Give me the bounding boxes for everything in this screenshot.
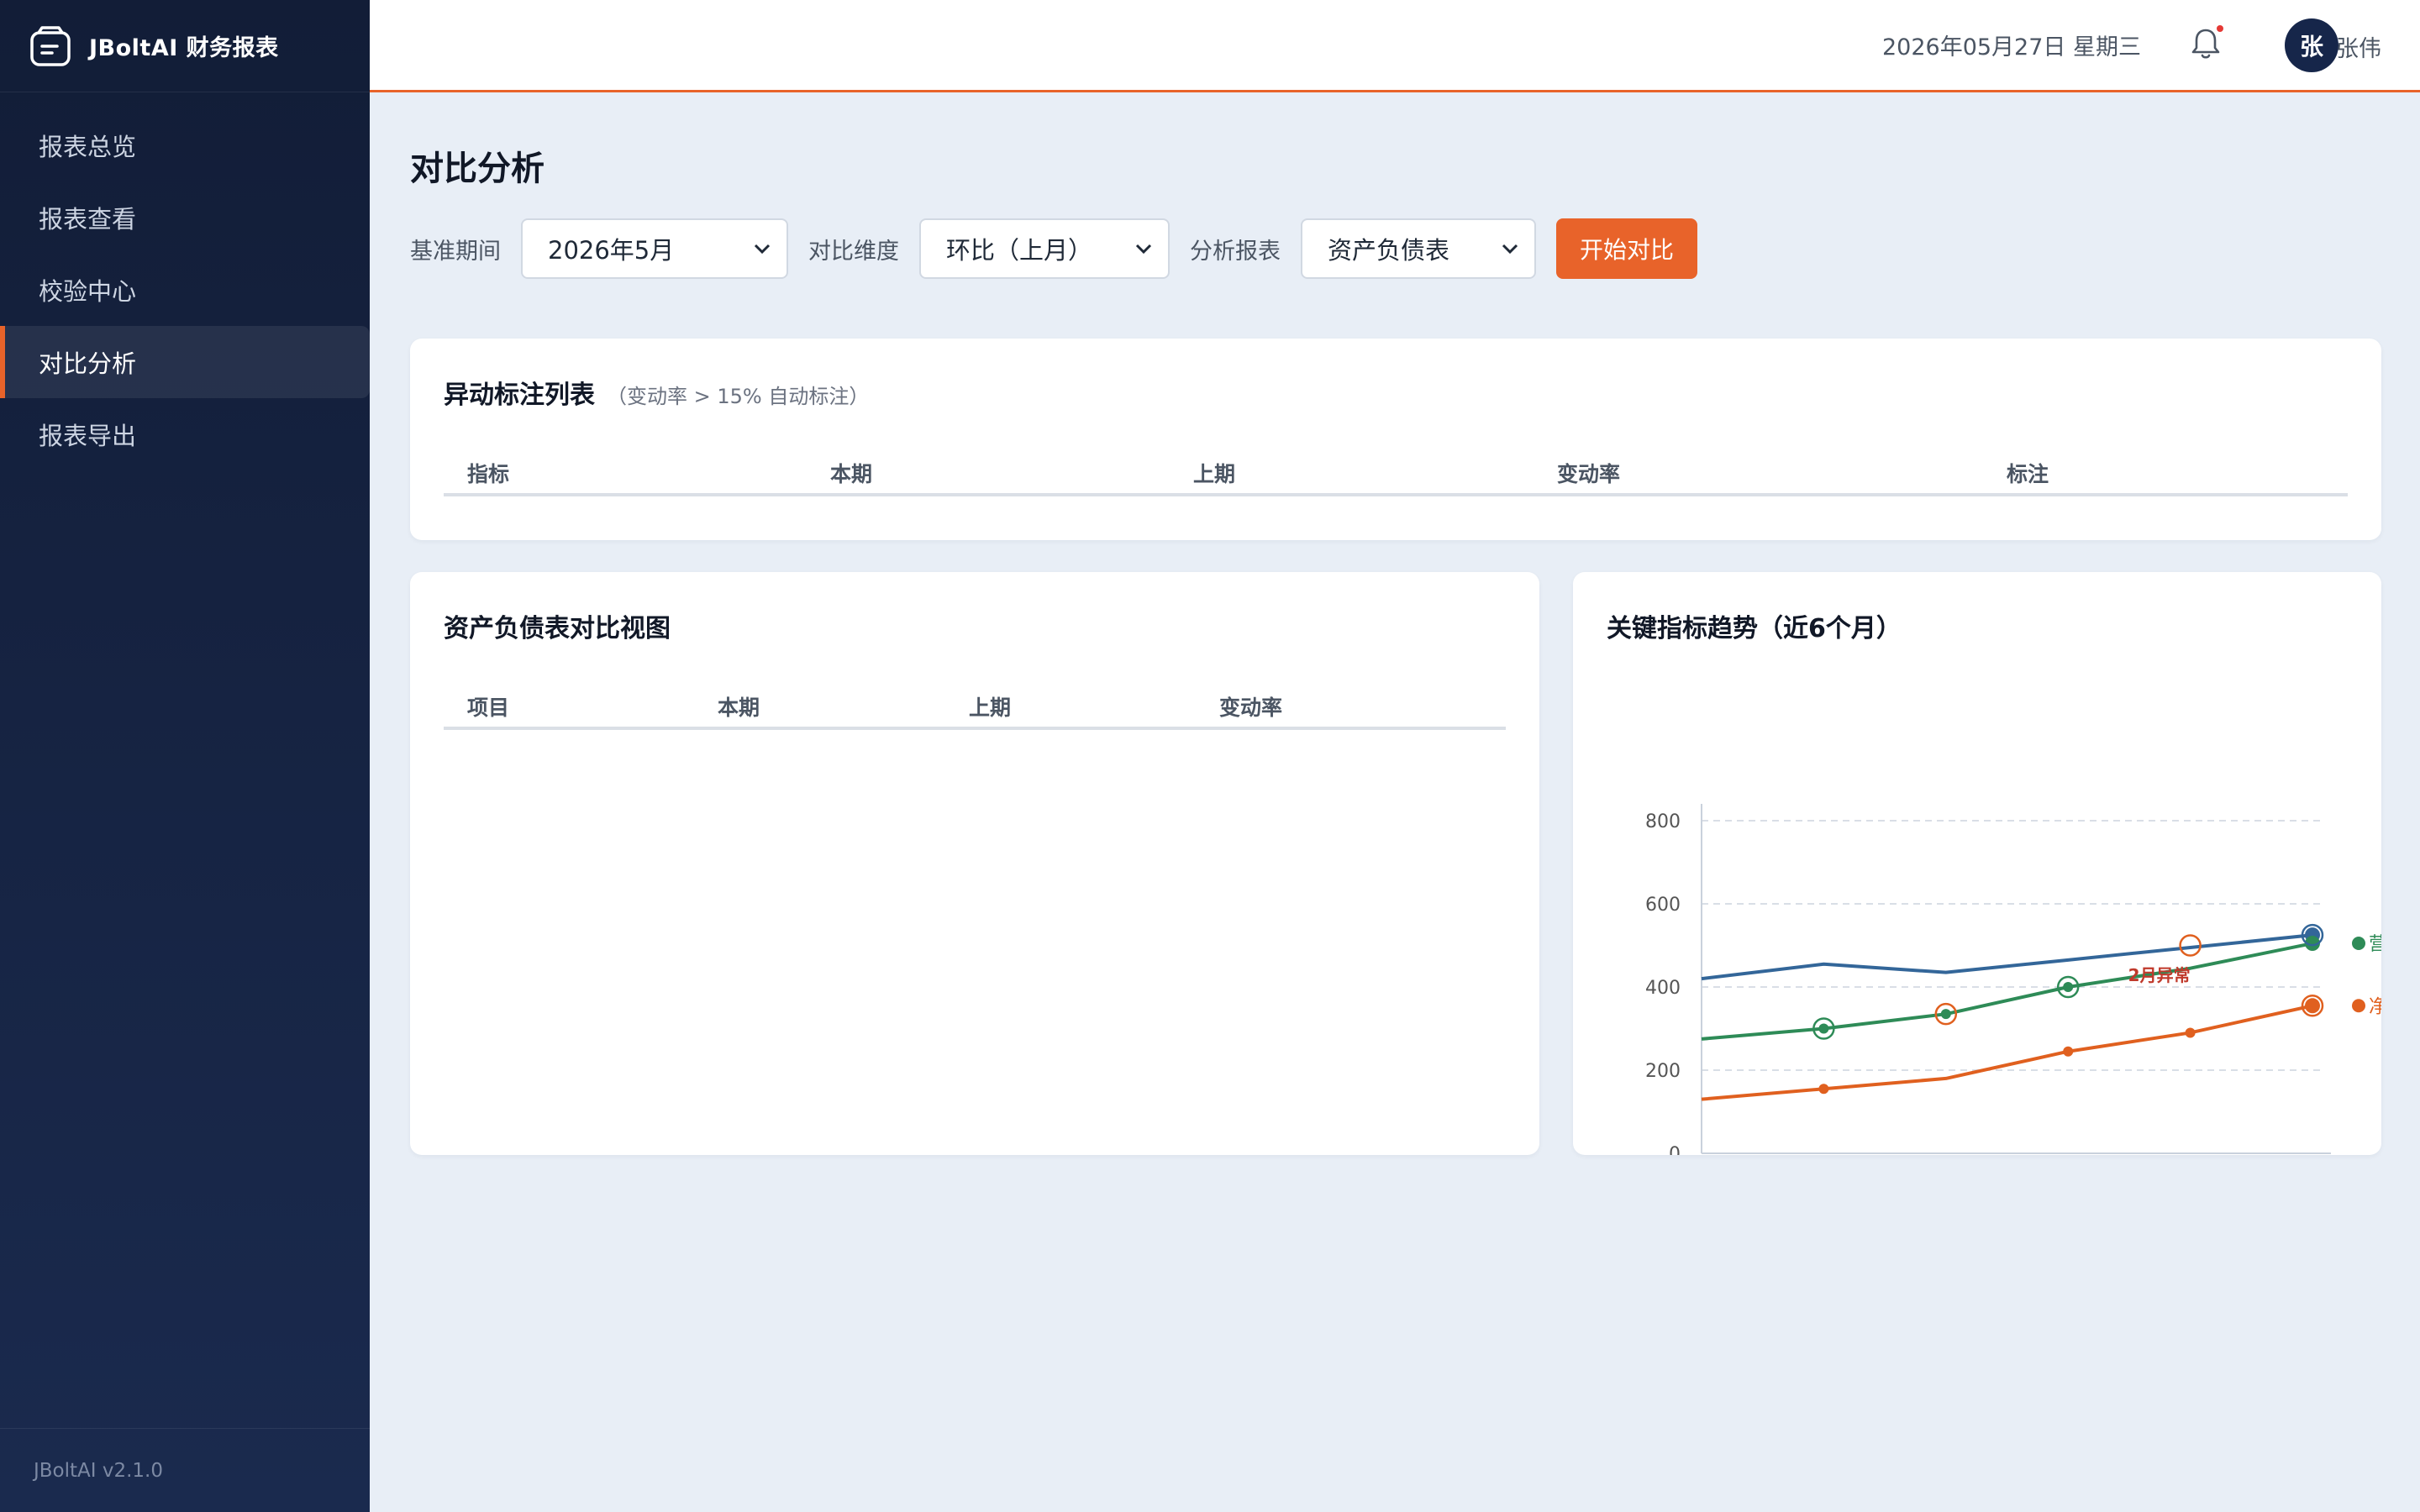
y-tick-label: 600 [1645, 895, 1681, 916]
column-header[interactable]: 项目 [467, 691, 509, 722]
column-header[interactable]: 本期 [830, 458, 872, 488]
dimension-select-value: 环比（上月） [946, 236, 1093, 265]
data-point [1818, 1084, 1829, 1095]
sidebar: JBoltAI 财务报表 报表总览 报表查看 校验中心 对比分析 报表导出 JB… [0, 0, 370, 1512]
sidebar-item-view[interactable]: 报表查看 [0, 181, 370, 254]
column-header[interactable]: 上期 [969, 691, 1011, 722]
main-content: 对比分析 基准期间 2026年5月 对比维度 环比（上月） 分析报表 资产负债表… [370, 95, 2420, 1512]
report-folder-icon [30, 25, 71, 66]
period-select-value: 2026年5月 [548, 236, 675, 265]
column-header[interactable]: 变动率 [1557, 458, 1620, 488]
data-point [2063, 1046, 2074, 1057]
sidebar-nav: 报表总览 报表查看 校验中心 对比分析 报表导出 [0, 109, 370, 470]
dimension-select[interactable]: 环比（上月） [919, 218, 1170, 279]
anomaly-table-header: 指标 本期 上期 变动率 标注 [444, 444, 2348, 496]
column-header[interactable]: 本期 [718, 691, 760, 722]
data-point [2185, 1027, 2196, 1038]
y-tick-label: 200 [1645, 1061, 1681, 1082]
report-label: 分析报表 [1190, 238, 1281, 265]
series-line [1701, 933, 2313, 981]
y-tick-label: 800 [1645, 811, 1681, 832]
anomaly-card: 异动标注列表 （变动率 > 15% 自动标注） 指标 本期 上期 变动率 标注 [410, 339, 2381, 540]
report-select[interactable]: 资产负债表 [1301, 218, 1536, 279]
compare-card: 资产负债表对比视图 项目 本期 上期 变动率 [410, 572, 1539, 1155]
report-select-value: 资产负债表 [1328, 236, 1450, 265]
app-version: JBoltAI v2.1.0 [0, 1428, 370, 1512]
trend-card: 关键指标趋势（近6个月） 020040060080012月1月2月3月4月5月营… [1573, 572, 2381, 1155]
username[interactable]: 张伟 [2336, 30, 2381, 63]
y-tick-label: 400 [1645, 978, 1681, 999]
period-label: 基准期间 [410, 238, 501, 265]
data-point [2305, 998, 2320, 1014]
series-label: 净利润 [2369, 996, 2381, 1017]
compare-card-title: 资产负债表对比视图 [444, 614, 671, 643]
filter-bar: 基准期间 2026年5月 对比维度 环比（上月） 分析报表 资产负债表 开始对比 [410, 218, 1697, 279]
anomaly-title-text: 异动标注列表 [444, 381, 595, 410]
dimension-label: 对比维度 [808, 238, 899, 265]
data-point [1818, 1023, 1829, 1034]
series-label: 营业收 [2369, 934, 2381, 955]
y-tick-label: 0 [1669, 1144, 1681, 1155]
trend-chart: 020040060080012月1月2月3月4月5月营业收净利润2月异常 [1645, 804, 2381, 1155]
page-title: 对比分析 [410, 150, 544, 188]
notification-dot [2217, 25, 2223, 32]
chevron-down-icon [1502, 244, 1518, 255]
start-compare-button[interactable]: 开始对比 [1556, 218, 1697, 279]
data-point [2063, 982, 2074, 992]
sidebar-item-export[interactable]: 报表导出 [0, 398, 370, 470]
data-point [1940, 1009, 1951, 1020]
app-title: JBoltAI 财务报表 [89, 35, 279, 61]
sidebar-item-overview[interactable]: 报表总览 [0, 109, 370, 181]
sidebar-item-compare[interactable]: 对比分析 [0, 326, 370, 398]
current-date: 2026年05月27日 星期三 [1881, 34, 2141, 60]
series-end-dot [2352, 937, 2365, 951]
chevron-down-icon [1135, 244, 1152, 255]
avatar[interactable]: 张 [2285, 18, 2338, 72]
brand[interactable]: JBoltAI 财务报表 [0, 0, 370, 92]
series-end-dot [2352, 999, 2365, 1013]
column-header[interactable]: 标注 [2007, 458, 2049, 488]
chevron-down-icon [754, 244, 771, 255]
period-select[interactable]: 2026年5月 [521, 218, 788, 279]
column-header[interactable]: 变动率 [1219, 691, 1282, 722]
top-header: 2026年05月27日 星期三 张 张伟 [370, 0, 2420, 92]
series-line [1701, 1004, 2313, 1101]
sidebar-item-validation[interactable]: 校验中心 [0, 254, 370, 326]
anomaly-annotation: 2月异常 [2128, 965, 2191, 985]
compare-table-header: 项目 本期 上期 变动率 [444, 678, 1506, 730]
column-header[interactable]: 上期 [1193, 458, 1235, 488]
column-header[interactable]: 指标 [467, 458, 509, 488]
anomaly-card-title: 异动标注列表 （变动率 > 15% 自动标注） [444, 374, 869, 411]
anomaly-note: （变动率 > 15% 自动标注） [607, 385, 870, 408]
